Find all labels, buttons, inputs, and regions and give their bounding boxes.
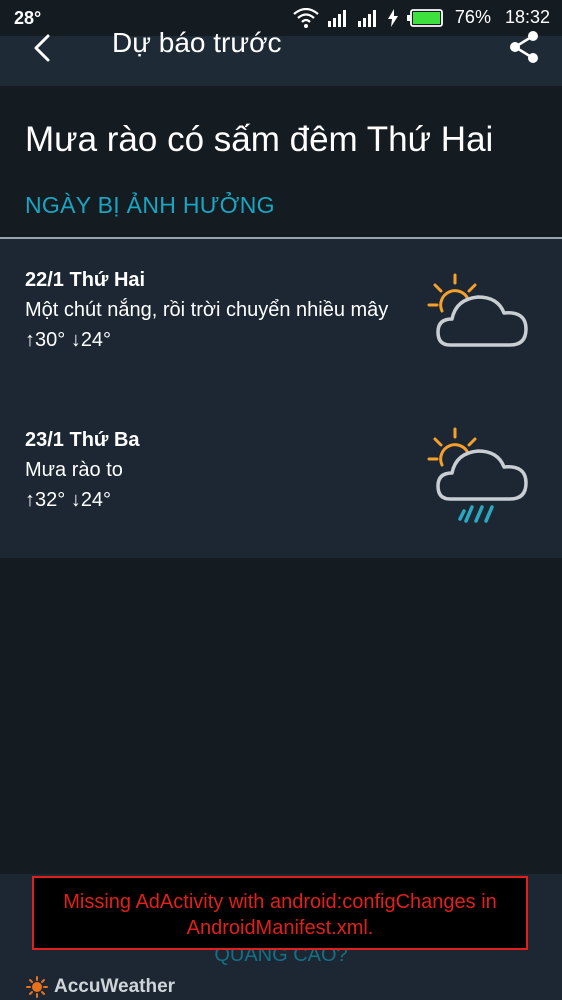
affected-days-label: NGÀY BỊ ẢNH HƯỞNG bbox=[25, 192, 275, 218]
status-icons: 76% 18:32 bbox=[293, 7, 550, 28]
page-title: Dự báo trước bbox=[112, 27, 282, 58]
back-button[interactable] bbox=[26, 28, 62, 68]
status-time: 18:32 bbox=[504, 7, 550, 27]
signal-icon bbox=[327, 9, 346, 27]
partly-sunny-cloud-icon bbox=[427, 273, 528, 347]
wifi-icon bbox=[293, 7, 319, 28]
day-temperatures: ↑30° ↓24° bbox=[25, 329, 111, 352]
low-temp: ↓24° bbox=[70, 489, 112, 511]
battery-icon bbox=[406, 8, 443, 27]
back-arrow-icon bbox=[34, 34, 50, 62]
day-temperatures: ↑32° ↓24° bbox=[25, 489, 111, 512]
high-temp: ↑30° bbox=[25, 329, 66, 351]
forecast-day[interactable]: 22/1 Thứ Hai Một chút nắng, rồi trời chu… bbox=[0, 239, 562, 389]
battery-percent: 76% bbox=[454, 7, 491, 27]
day-date: 22/1 Thứ Hai bbox=[25, 269, 146, 291]
brand-name: AccuWeather bbox=[54, 976, 176, 997]
high-temp: ↑32° bbox=[25, 489, 66, 511]
signal-icon bbox=[357, 9, 376, 27]
alert-headline: Mưa rào có sấm đêm Thứ Hai bbox=[25, 120, 494, 159]
day-date: 23/1 Thứ Ba bbox=[25, 429, 140, 451]
charging-icon bbox=[387, 8, 398, 27]
share-icon bbox=[510, 31, 538, 63]
share-button[interactable] bbox=[506, 28, 542, 66]
forecast-day[interactable]: 23/1 Thứ Ba Mưa rào to ↑32° ↓24° bbox=[0, 399, 562, 549]
day-description: Một chút nắng, rồi trời chuyển nhiều mây bbox=[25, 299, 389, 321]
day-description: Mưa rào to bbox=[25, 459, 123, 481]
forecast-list: 22/1 Thứ Hai Một chút nắng, rồi trời chu… bbox=[0, 239, 562, 558]
low-temp: ↓24° bbox=[70, 329, 112, 351]
accuweather-sun-icon bbox=[26, 976, 48, 998]
sun-cloud-rain-icon bbox=[427, 427, 528, 523]
ad-error-message: Missing AdActivity with android:configCh… bbox=[32, 876, 528, 950]
footer-brand: AccuWeather bbox=[26, 976, 175, 998]
headline-section: Mưa rào có sấm đêm Thứ Hai NGÀY BỊ ẢNH H… bbox=[0, 86, 562, 238]
toolbar: Dự báo trước bbox=[0, 27, 562, 86]
status-temperature: 28° bbox=[14, 8, 42, 28]
